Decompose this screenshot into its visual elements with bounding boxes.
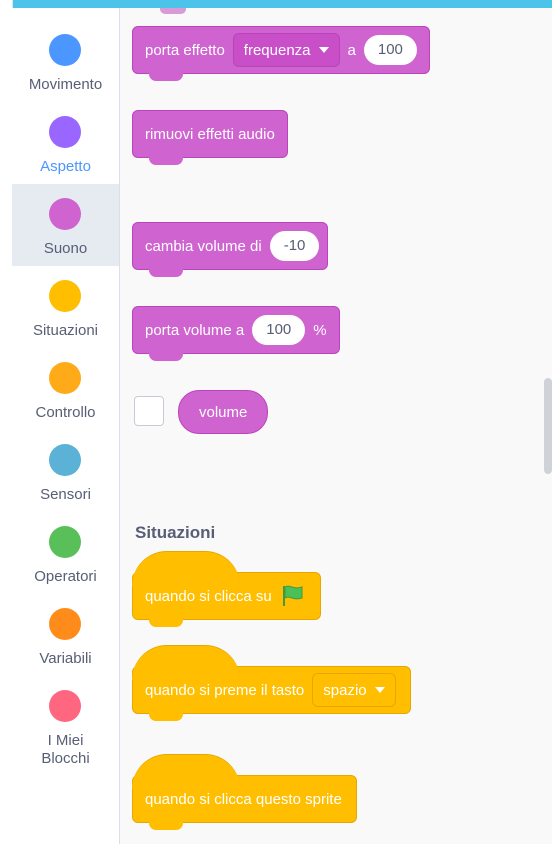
block-text: quando si clicca questo sprite xyxy=(145,790,342,808)
caret-down-icon xyxy=(318,47,329,53)
block-text: quando si preme il tasto xyxy=(145,681,305,699)
category-movimento[interactable]: Movimento xyxy=(12,20,119,102)
effect-value-input[interactable]: 100 xyxy=(363,35,417,65)
percent-label: % xyxy=(313,321,327,339)
change-volume-block[interactable]: cambia volume di -10 xyxy=(132,222,329,277)
block-text: porta volume a xyxy=(145,321,245,339)
dropdown-value: spazio xyxy=(323,681,367,699)
motion-category-dot-icon xyxy=(49,34,81,66)
block-notch xyxy=(149,72,183,81)
block-text: rimuovi effetti audio xyxy=(145,125,275,143)
category-variabili[interactable]: Variabili xyxy=(12,594,119,676)
category-aspetto[interactable]: Aspetto xyxy=(12,102,119,184)
block-text: a xyxy=(347,41,356,59)
block-notch xyxy=(149,712,183,721)
category-situazioni[interactable]: Situazioni xyxy=(12,266,119,348)
set-effect-block[interactable]: porta effetto frequenza a 100 xyxy=(132,26,430,81)
looks-category-dot-icon xyxy=(49,116,81,148)
category-label: Variabili xyxy=(39,650,92,667)
effect-dropdown[interactable]: frequenza xyxy=(232,33,340,67)
block-text: quando si clicca su xyxy=(145,587,272,605)
category-label: Suono xyxy=(43,240,88,257)
volume-reporter-block[interactable]: volume xyxy=(178,390,269,434)
block-text: cambia volume di xyxy=(145,237,262,255)
window-top-border xyxy=(0,0,552,8)
category-operatori[interactable]: Operatori xyxy=(12,512,119,594)
category-label: Situazioni xyxy=(32,322,99,339)
category-label: Operatori xyxy=(34,568,97,585)
set-volume-block[interactable]: porta volume a 100 % xyxy=(132,306,340,361)
category-suono[interactable]: Suono xyxy=(12,184,119,266)
control-category-dot-icon xyxy=(49,362,81,394)
myblocks-category-dot-icon xyxy=(49,690,81,722)
events-category-dot-icon xyxy=(49,280,81,312)
volume-change-input[interactable]: -10 xyxy=(269,231,320,261)
variables-category-dot-icon xyxy=(49,608,81,640)
category-sidebar: Movimento Aspetto Suono Situazioni Contr… xyxy=(12,8,120,844)
when-key-pressed-block[interactable]: quando si preme il tasto spazio xyxy=(132,645,411,721)
block-notch xyxy=(149,268,183,277)
sensing-category-dot-icon xyxy=(49,444,81,476)
volume-monitor-checkbox[interactable] xyxy=(134,396,164,426)
category-label: Aspetto xyxy=(40,158,91,175)
hat-block-top xyxy=(132,551,240,586)
block-text: volume xyxy=(199,403,248,421)
green-flag-icon xyxy=(282,585,303,606)
caret-down-icon xyxy=(374,687,385,693)
palette-scrollbar[interactable] xyxy=(544,378,552,474)
hat-block-top xyxy=(132,754,240,789)
block-notch xyxy=(149,156,183,165)
operators-category-dot-icon xyxy=(49,526,81,558)
hat-block-top xyxy=(132,645,240,680)
when-flag-clicked-block[interactable]: quando si clicca su xyxy=(132,551,321,627)
category-controllo[interactable]: Controllo xyxy=(12,348,119,430)
block-text: porta effetto xyxy=(145,41,225,59)
category-label: I Miei Blocchi xyxy=(41,732,90,767)
block-notch xyxy=(149,618,183,627)
key-dropdown[interactable]: spazio xyxy=(312,673,396,707)
previous-block-notch xyxy=(160,8,186,14)
category-sensori[interactable]: Sensori xyxy=(12,430,119,512)
category-label: Movimento xyxy=(28,76,103,93)
when-sprite-clicked-block[interactable]: quando si clicca questo sprite xyxy=(132,754,357,830)
volume-value-input[interactable]: 100 xyxy=(252,315,306,345)
clear-effects-block[interactable]: rimuovi effetti audio xyxy=(132,110,288,165)
block-notch xyxy=(149,821,183,830)
section-title-situazioni: Situazioni xyxy=(135,523,216,542)
sound-category-dot-icon xyxy=(49,198,81,230)
block-notch xyxy=(149,352,183,361)
category-i-miei-blocchi[interactable]: I Miei Blocchi xyxy=(12,676,119,776)
category-label: Sensori xyxy=(40,486,91,503)
category-label: Controllo xyxy=(35,404,96,421)
dropdown-value: frequenza xyxy=(243,41,311,59)
